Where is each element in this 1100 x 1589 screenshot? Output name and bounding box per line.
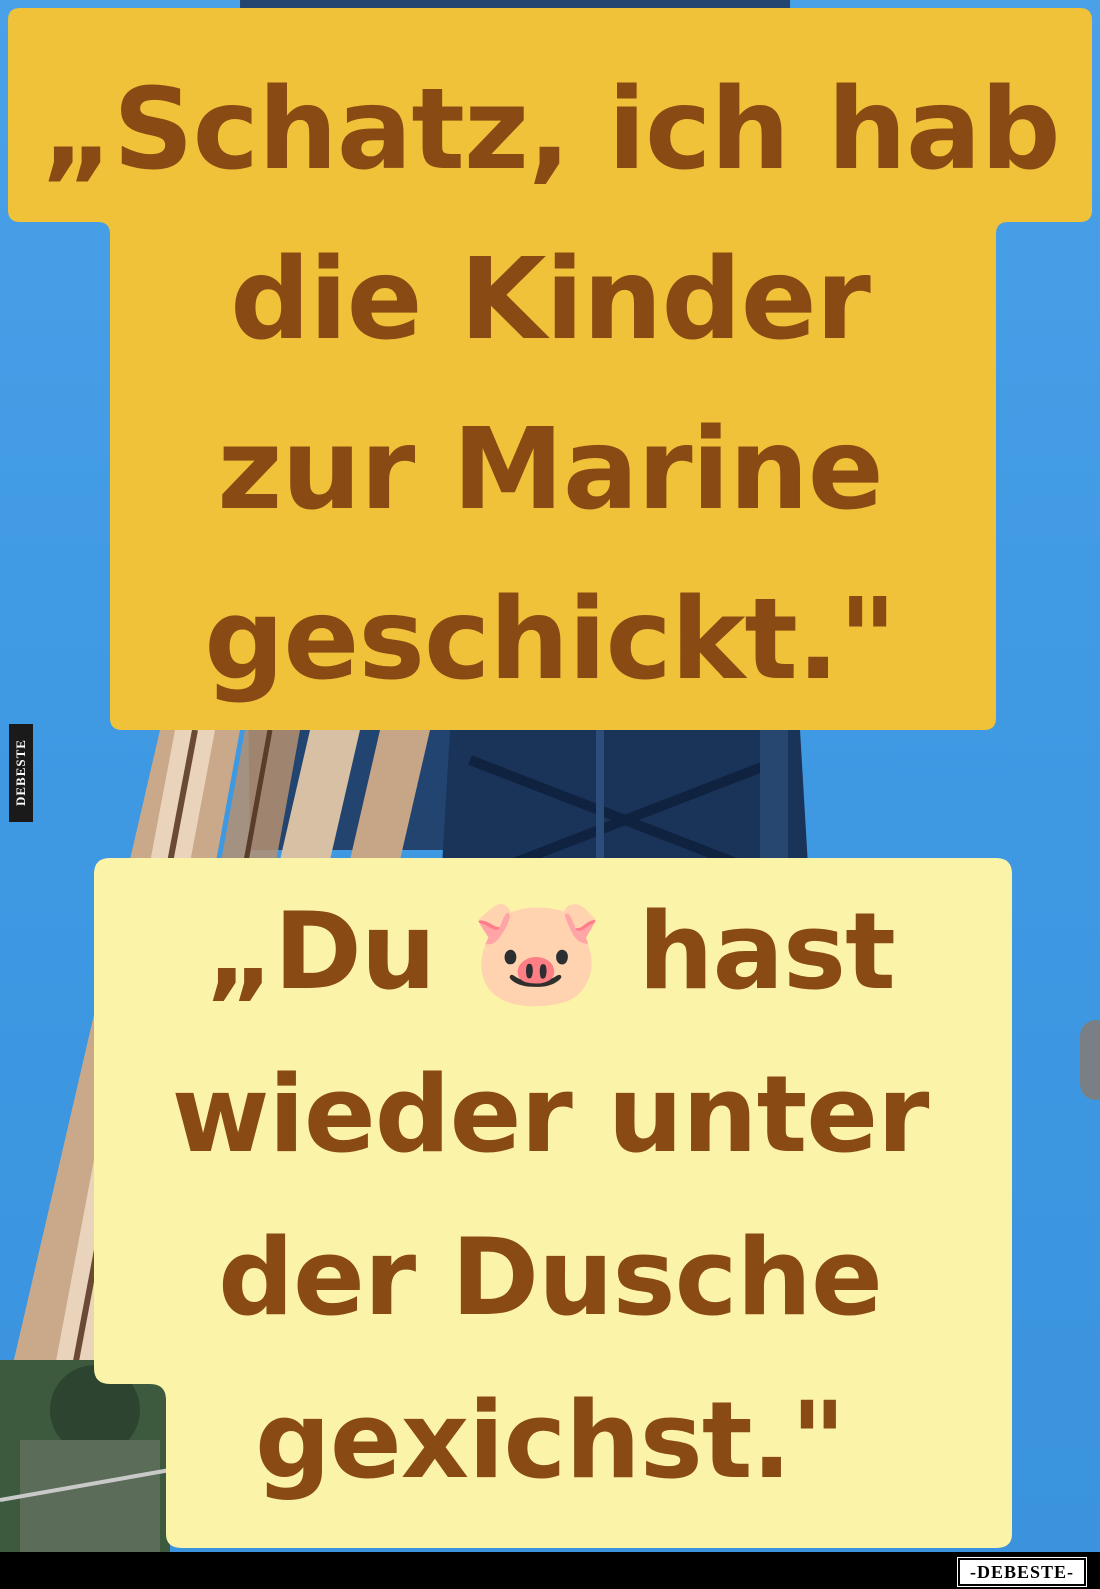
side-watermark: DEBESTE: [9, 724, 33, 822]
bottom-caption: „Du 🐷 hast wieder unter der Dusche gexic…: [171, 890, 930, 1502]
footer-bar: -DEBESTE-: [0, 1552, 1100, 1589]
edge-handle: [1080, 1020, 1100, 1100]
footer-logo: -DEBESTE-: [956, 1557, 1088, 1587]
meme-image: „Schatz, ich hab die Kinder zur Marine g…: [0, 0, 1100, 1552]
top-caption: „Schatz, ich hab die Kinder zur Marine g…: [40, 65, 1060, 705]
